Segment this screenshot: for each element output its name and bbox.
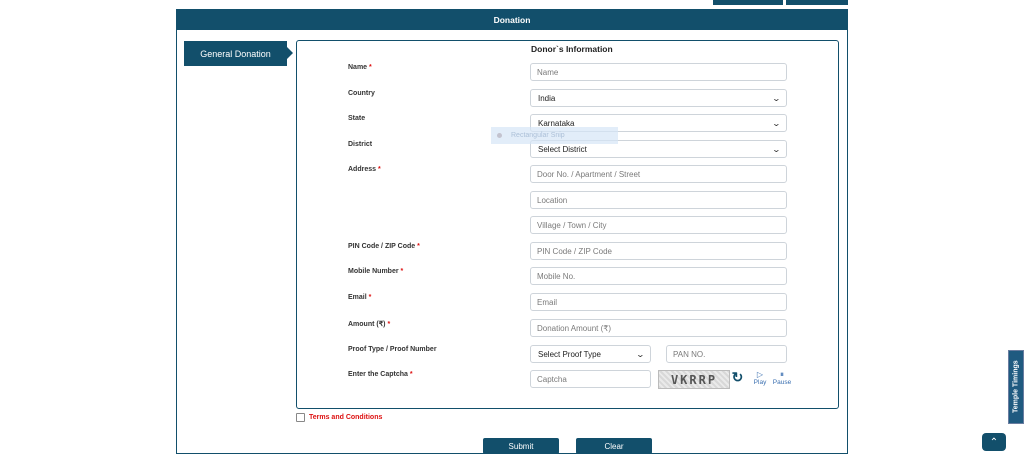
snip-tooltip: Rectangular Snip [491, 127, 618, 144]
name-input[interactable] [530, 63, 787, 81]
snip-tooltip-text: Rectangular Snip [511, 132, 565, 139]
terms-link[interactable]: Terms and Conditions [309, 414, 382, 421]
state-label: State [348, 115, 366, 122]
captcha-image: VKRRP [658, 370, 730, 389]
form-title: Donor`s Information [531, 44, 613, 54]
amount-input[interactable] [530, 319, 787, 337]
mobile-input[interactable] [530, 267, 787, 285]
mobile-label: Mobile Number * [348, 268, 404, 275]
country-select-value: India [538, 93, 556, 103]
country-label: Country [348, 90, 375, 97]
proof-label: Proof Type / Proof Number [348, 346, 437, 353]
address-city-input[interactable] [530, 216, 787, 234]
page-title: Donation [493, 14, 531, 25]
top-nav-tab-2[interactable] [786, 0, 848, 5]
submit-button[interactable]: Submit [483, 438, 559, 454]
address-line1-input[interactable] [530, 165, 787, 183]
pause-label: Pause [772, 379, 792, 386]
address-location-input[interactable] [530, 191, 787, 209]
chevron-down-icon: ⌄ [771, 93, 782, 103]
email-input[interactable] [530, 293, 787, 311]
amount-label: Amount (₹) * [348, 321, 391, 328]
captcha-play-button[interactable]: ▷ Play [748, 370, 772, 386]
district-label: District [348, 141, 373, 148]
captcha-label: Enter the Captcha * [348, 371, 413, 378]
top-nav-tabs [713, 0, 848, 6]
country-select[interactable]: India ⌄ [530, 89, 787, 107]
clear-button[interactable]: Clear [576, 438, 652, 454]
captcha-input[interactable] [530, 370, 651, 388]
address-label: Address * [348, 166, 381, 173]
temple-timings-label: Temple Timings [1012, 360, 1020, 414]
pin-label: PIN Code / ZIP Code * [348, 243, 420, 250]
proof-type-select[interactable]: Select Proof Type ⌄ [530, 345, 651, 363]
name-label: Name * [348, 64, 372, 71]
pan-input[interactable] [666, 345, 787, 363]
captcha-pause-button[interactable]: ⏸ Pause [770, 370, 794, 386]
top-nav-tab-1[interactable] [713, 0, 783, 5]
chevron-down-icon: ⌄ [771, 144, 782, 154]
terms-row: Terms and Conditions [296, 413, 382, 422]
district-select-value: Select District [538, 144, 587, 154]
pause-icon: ⏸ [780, 370, 784, 379]
refresh-icon[interactable]: ↻ [730, 370, 745, 385]
play-icon: ▷ [756, 370, 764, 379]
tab-general-donation-label: General Donation [200, 48, 271, 59]
chevron-up-icon: ⌃ [989, 436, 999, 448]
play-label: Play [753, 379, 767, 386]
donation-header: Donation [176, 9, 848, 30]
scroll-top-button[interactable]: ⌃ [982, 433, 1006, 451]
chevron-down-icon: ⌄ [771, 118, 782, 128]
snip-icon [497, 133, 502, 138]
tab-general-donation[interactable]: General Donation [184, 41, 293, 66]
pin-input[interactable] [530, 242, 787, 260]
proof-type-value: Select Proof Type [538, 349, 601, 359]
temple-timings-button[interactable]: Temple Timings [1008, 350, 1024, 424]
terms-checkbox[interactable] [296, 413, 305, 422]
chevron-down-icon: ⌄ [635, 349, 646, 359]
email-label: Email * [348, 294, 372, 301]
